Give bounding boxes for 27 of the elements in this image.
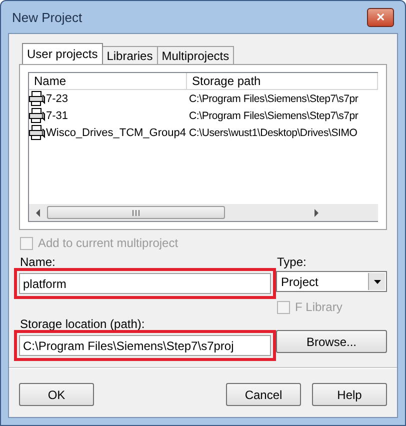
scroll-left-icon[interactable]	[35, 208, 41, 216]
type-dropdown[interactable]: Project	[276, 271, 387, 292]
checkbox-label: Add to current multiproject	[38, 236, 178, 250]
browse-button[interactable]: Browse...	[276, 330, 387, 353]
storage-path-field[interactable]: C:\Program Files\Siemens\Step7\s7proj	[19, 335, 271, 356]
dialog-button[interactable]: Cancel	[226, 383, 301, 406]
project-name[interactable]: 7-23	[46, 92, 68, 104]
dialog-button[interactable]: OK	[19, 383, 94, 406]
tab[interactable]: Multiprojects	[156, 46, 234, 64]
column-header[interactable]: Name	[29, 73, 187, 89]
column-header[interactable]: Storage path	[187, 73, 378, 89]
window-title: New Project	[12, 10, 82, 24]
checkbox-label: F Library	[295, 300, 342, 314]
storage-path[interactable]: C:\Program Files\Siemens\Step7\s7pr	[189, 110, 358, 122]
field-label: Storage location (path):	[20, 317, 146, 331]
project-name[interactable]: 7-31	[46, 110, 68, 122]
storage-path[interactable]: C:\Program Files\Siemens\Step7\s7pr	[189, 92, 358, 104]
dialog-button[interactable]: Help	[312, 383, 387, 406]
storage-path[interactable]: C:\Users\wust1\Desktop\Drives\SIMO	[189, 126, 358, 138]
tab[interactable]: User projects	[22, 43, 103, 64]
name-field[interactable]: platform	[19, 273, 271, 294]
project-name[interactable]: Wisco_Drives_TCM_Group4	[46, 126, 186, 138]
field-label: Name:	[20, 255, 56, 269]
dropdown-arrow-icon	[374, 280, 380, 284]
field-label: Type:	[277, 255, 308, 269]
horizontal-scrollbar[interactable]	[29, 204, 378, 221]
scrollbar-thumb[interactable]	[47, 206, 225, 219]
